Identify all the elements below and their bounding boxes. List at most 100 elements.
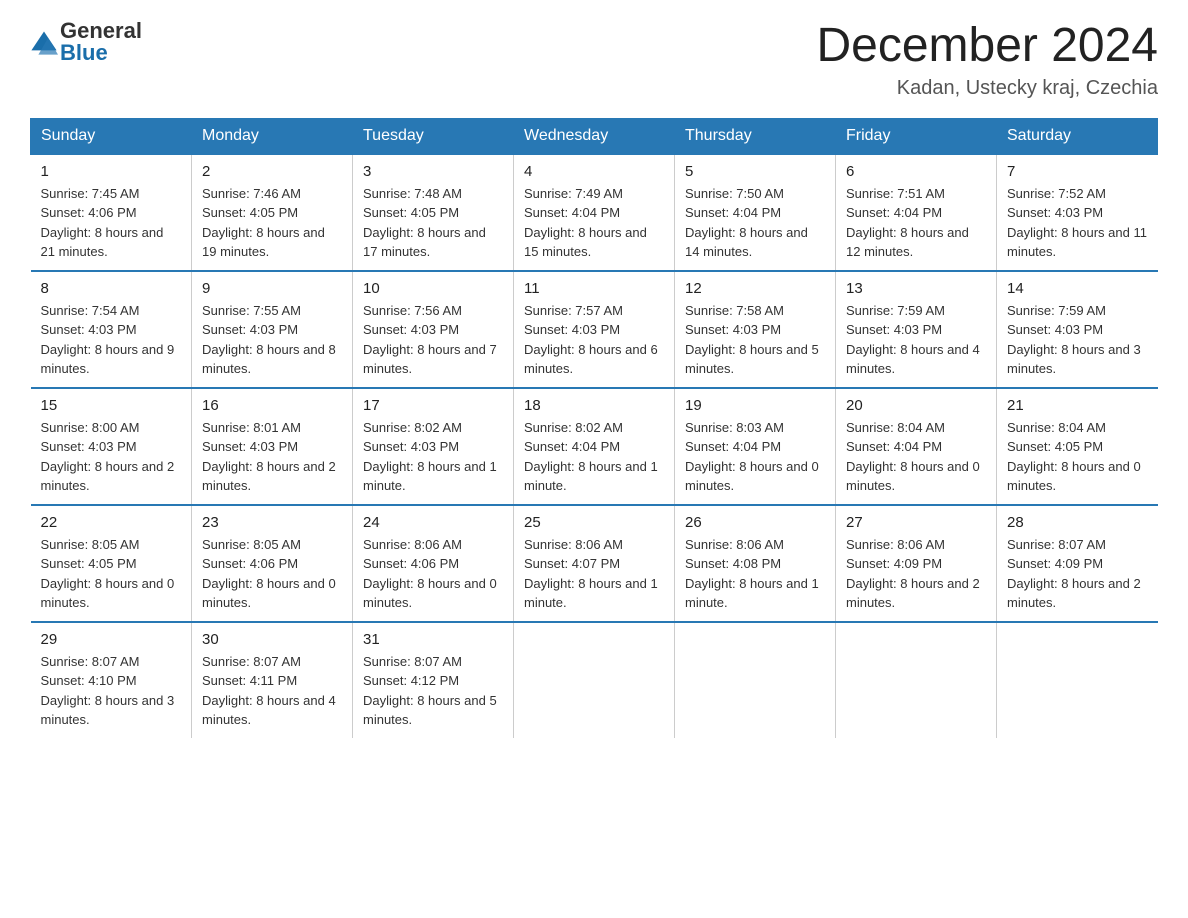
- day-info: Sunrise: 8:07 AMSunset: 4:09 PMDaylight:…: [1007, 535, 1148, 613]
- day-number: 12: [685, 280, 825, 297]
- calendar-cell: 19 Sunrise: 8:03 AMSunset: 4:04 PMDaylig…: [675, 388, 836, 505]
- col-header-sunday: Sunday: [31, 118, 192, 154]
- day-info: Sunrise: 8:02 AMSunset: 4:04 PMDaylight:…: [524, 418, 664, 496]
- calendar-cell: 9 Sunrise: 7:55 AMSunset: 4:03 PMDayligh…: [192, 271, 353, 388]
- day-number: 8: [41, 280, 182, 297]
- calendar-cell: [997, 622, 1158, 738]
- calendar-cell: 18 Sunrise: 8:02 AMSunset: 4:04 PMDaylig…: [514, 388, 675, 505]
- logo: General Blue: [30, 20, 142, 64]
- day-number: 23: [202, 514, 342, 531]
- week-row-1: 1 Sunrise: 7:45 AMSunset: 4:06 PMDayligh…: [31, 154, 1158, 271]
- day-number: 16: [202, 397, 342, 414]
- day-info: Sunrise: 8:04 AMSunset: 4:04 PMDaylight:…: [846, 418, 986, 496]
- calendar-subtitle: Kadan, Ustecky kraj, Czechia: [816, 77, 1158, 100]
- calendar-cell: [836, 622, 997, 738]
- calendar-cell: 27 Sunrise: 8:06 AMSunset: 4:09 PMDaylig…: [836, 505, 997, 622]
- header: General Blue December 2024 Kadan, Usteck…: [30, 20, 1158, 100]
- calendar-cell: 3 Sunrise: 7:48 AMSunset: 4:05 PMDayligh…: [353, 154, 514, 271]
- day-number: 25: [524, 514, 664, 531]
- day-number: 11: [524, 280, 664, 297]
- day-number: 5: [685, 163, 825, 180]
- calendar-cell: 13 Sunrise: 7:59 AMSunset: 4:03 PMDaylig…: [836, 271, 997, 388]
- day-info: Sunrise: 8:07 AMSunset: 4:12 PMDaylight:…: [363, 652, 503, 730]
- day-number: 19: [685, 397, 825, 414]
- calendar-cell: 17 Sunrise: 8:02 AMSunset: 4:03 PMDaylig…: [353, 388, 514, 505]
- day-info: Sunrise: 7:48 AMSunset: 4:05 PMDaylight:…: [363, 184, 503, 262]
- calendar-cell: 11 Sunrise: 7:57 AMSunset: 4:03 PMDaylig…: [514, 271, 675, 388]
- col-header-friday: Friday: [836, 118, 997, 154]
- day-info: Sunrise: 7:49 AMSunset: 4:04 PMDaylight:…: [524, 184, 664, 262]
- col-header-monday: Monday: [192, 118, 353, 154]
- day-number: 4: [524, 163, 664, 180]
- day-info: Sunrise: 8:07 AMSunset: 4:11 PMDaylight:…: [202, 652, 342, 730]
- calendar-cell: 21 Sunrise: 8:04 AMSunset: 4:05 PMDaylig…: [997, 388, 1158, 505]
- day-info: Sunrise: 7:55 AMSunset: 4:03 PMDaylight:…: [202, 301, 342, 379]
- calendar-cell: 20 Sunrise: 8:04 AMSunset: 4:04 PMDaylig…: [836, 388, 997, 505]
- logo-general-text: General: [60, 20, 142, 42]
- calendar-cell: 28 Sunrise: 8:07 AMSunset: 4:09 PMDaylig…: [997, 505, 1158, 622]
- day-info: Sunrise: 8:06 AMSunset: 4:09 PMDaylight:…: [846, 535, 986, 613]
- calendar-cell: 29 Sunrise: 8:07 AMSunset: 4:10 PMDaylig…: [31, 622, 192, 738]
- calendar-cell: 23 Sunrise: 8:05 AMSunset: 4:06 PMDaylig…: [192, 505, 353, 622]
- day-info: Sunrise: 7:51 AMSunset: 4:04 PMDaylight:…: [846, 184, 986, 262]
- day-info: Sunrise: 8:02 AMSunset: 4:03 PMDaylight:…: [363, 418, 503, 496]
- day-number: 9: [202, 280, 342, 297]
- calendar-cell: 1 Sunrise: 7:45 AMSunset: 4:06 PMDayligh…: [31, 154, 192, 271]
- calendar-cell: 26 Sunrise: 8:06 AMSunset: 4:08 PMDaylig…: [675, 505, 836, 622]
- calendar-cell: 31 Sunrise: 8:07 AMSunset: 4:12 PMDaylig…: [353, 622, 514, 738]
- calendar-cell: 8 Sunrise: 7:54 AMSunset: 4:03 PMDayligh…: [31, 271, 192, 388]
- day-info: Sunrise: 7:46 AMSunset: 4:05 PMDaylight:…: [202, 184, 342, 262]
- day-number: 14: [1007, 280, 1148, 297]
- calendar-cell: 16 Sunrise: 8:01 AMSunset: 4:03 PMDaylig…: [192, 388, 353, 505]
- day-number: 22: [41, 514, 182, 531]
- logo-text: General Blue: [60, 20, 142, 64]
- calendar-cell: 30 Sunrise: 8:07 AMSunset: 4:11 PMDaylig…: [192, 622, 353, 738]
- day-info: Sunrise: 8:03 AMSunset: 4:04 PMDaylight:…: [685, 418, 825, 496]
- logo-icon: [30, 28, 58, 56]
- day-number: 29: [41, 631, 182, 648]
- col-header-saturday: Saturday: [997, 118, 1158, 154]
- week-row-3: 15 Sunrise: 8:00 AMSunset: 4:03 PMDaylig…: [31, 388, 1158, 505]
- calendar-cell: 25 Sunrise: 8:06 AMSunset: 4:07 PMDaylig…: [514, 505, 675, 622]
- day-info: Sunrise: 7:54 AMSunset: 4:03 PMDaylight:…: [41, 301, 182, 379]
- calendar-cell: [675, 622, 836, 738]
- day-number: 7: [1007, 163, 1148, 180]
- calendar-cell: 2 Sunrise: 7:46 AMSunset: 4:05 PMDayligh…: [192, 154, 353, 271]
- calendar-cell: 10 Sunrise: 7:56 AMSunset: 4:03 PMDaylig…: [353, 271, 514, 388]
- col-header-thursday: Thursday: [675, 118, 836, 154]
- day-info: Sunrise: 7:56 AMSunset: 4:03 PMDaylight:…: [363, 301, 503, 379]
- calendar-cell: 6 Sunrise: 7:51 AMSunset: 4:04 PMDayligh…: [836, 154, 997, 271]
- calendar-cell: [514, 622, 675, 738]
- day-number: 30: [202, 631, 342, 648]
- day-info: Sunrise: 8:04 AMSunset: 4:05 PMDaylight:…: [1007, 418, 1148, 496]
- col-header-wednesday: Wednesday: [514, 118, 675, 154]
- day-info: Sunrise: 8:07 AMSunset: 4:10 PMDaylight:…: [41, 652, 182, 730]
- day-info: Sunrise: 7:58 AMSunset: 4:03 PMDaylight:…: [685, 301, 825, 379]
- calendar-table: SundayMondayTuesdayWednesdayThursdayFrid…: [30, 118, 1158, 738]
- week-row-4: 22 Sunrise: 8:05 AMSunset: 4:05 PMDaylig…: [31, 505, 1158, 622]
- day-number: 13: [846, 280, 986, 297]
- day-number: 2: [202, 163, 342, 180]
- day-number: 15: [41, 397, 182, 414]
- calendar-cell: 15 Sunrise: 8:00 AMSunset: 4:03 PMDaylig…: [31, 388, 192, 505]
- day-info: Sunrise: 8:00 AMSunset: 4:03 PMDaylight:…: [41, 418, 182, 496]
- day-number: 24: [363, 514, 503, 531]
- week-row-5: 29 Sunrise: 8:07 AMSunset: 4:10 PMDaylig…: [31, 622, 1158, 738]
- calendar-cell: 7 Sunrise: 7:52 AMSunset: 4:03 PMDayligh…: [997, 154, 1158, 271]
- calendar-cell: 22 Sunrise: 8:05 AMSunset: 4:05 PMDaylig…: [31, 505, 192, 622]
- day-info: Sunrise: 8:06 AMSunset: 4:08 PMDaylight:…: [685, 535, 825, 613]
- calendar-title: December 2024: [816, 20, 1158, 73]
- day-info: Sunrise: 7:59 AMSunset: 4:03 PMDaylight:…: [1007, 301, 1148, 379]
- day-number: 20: [846, 397, 986, 414]
- day-number: 18: [524, 397, 664, 414]
- day-number: 10: [363, 280, 503, 297]
- day-info: Sunrise: 7:45 AMSunset: 4:06 PMDaylight:…: [41, 184, 182, 262]
- day-info: Sunrise: 8:01 AMSunset: 4:03 PMDaylight:…: [202, 418, 342, 496]
- day-number: 28: [1007, 514, 1148, 531]
- day-number: 17: [363, 397, 503, 414]
- day-info: Sunrise: 7:52 AMSunset: 4:03 PMDaylight:…: [1007, 184, 1148, 262]
- day-number: 6: [846, 163, 986, 180]
- calendar-cell: 5 Sunrise: 7:50 AMSunset: 4:04 PMDayligh…: [675, 154, 836, 271]
- day-number: 21: [1007, 397, 1148, 414]
- day-info: Sunrise: 8:06 AMSunset: 4:06 PMDaylight:…: [363, 535, 503, 613]
